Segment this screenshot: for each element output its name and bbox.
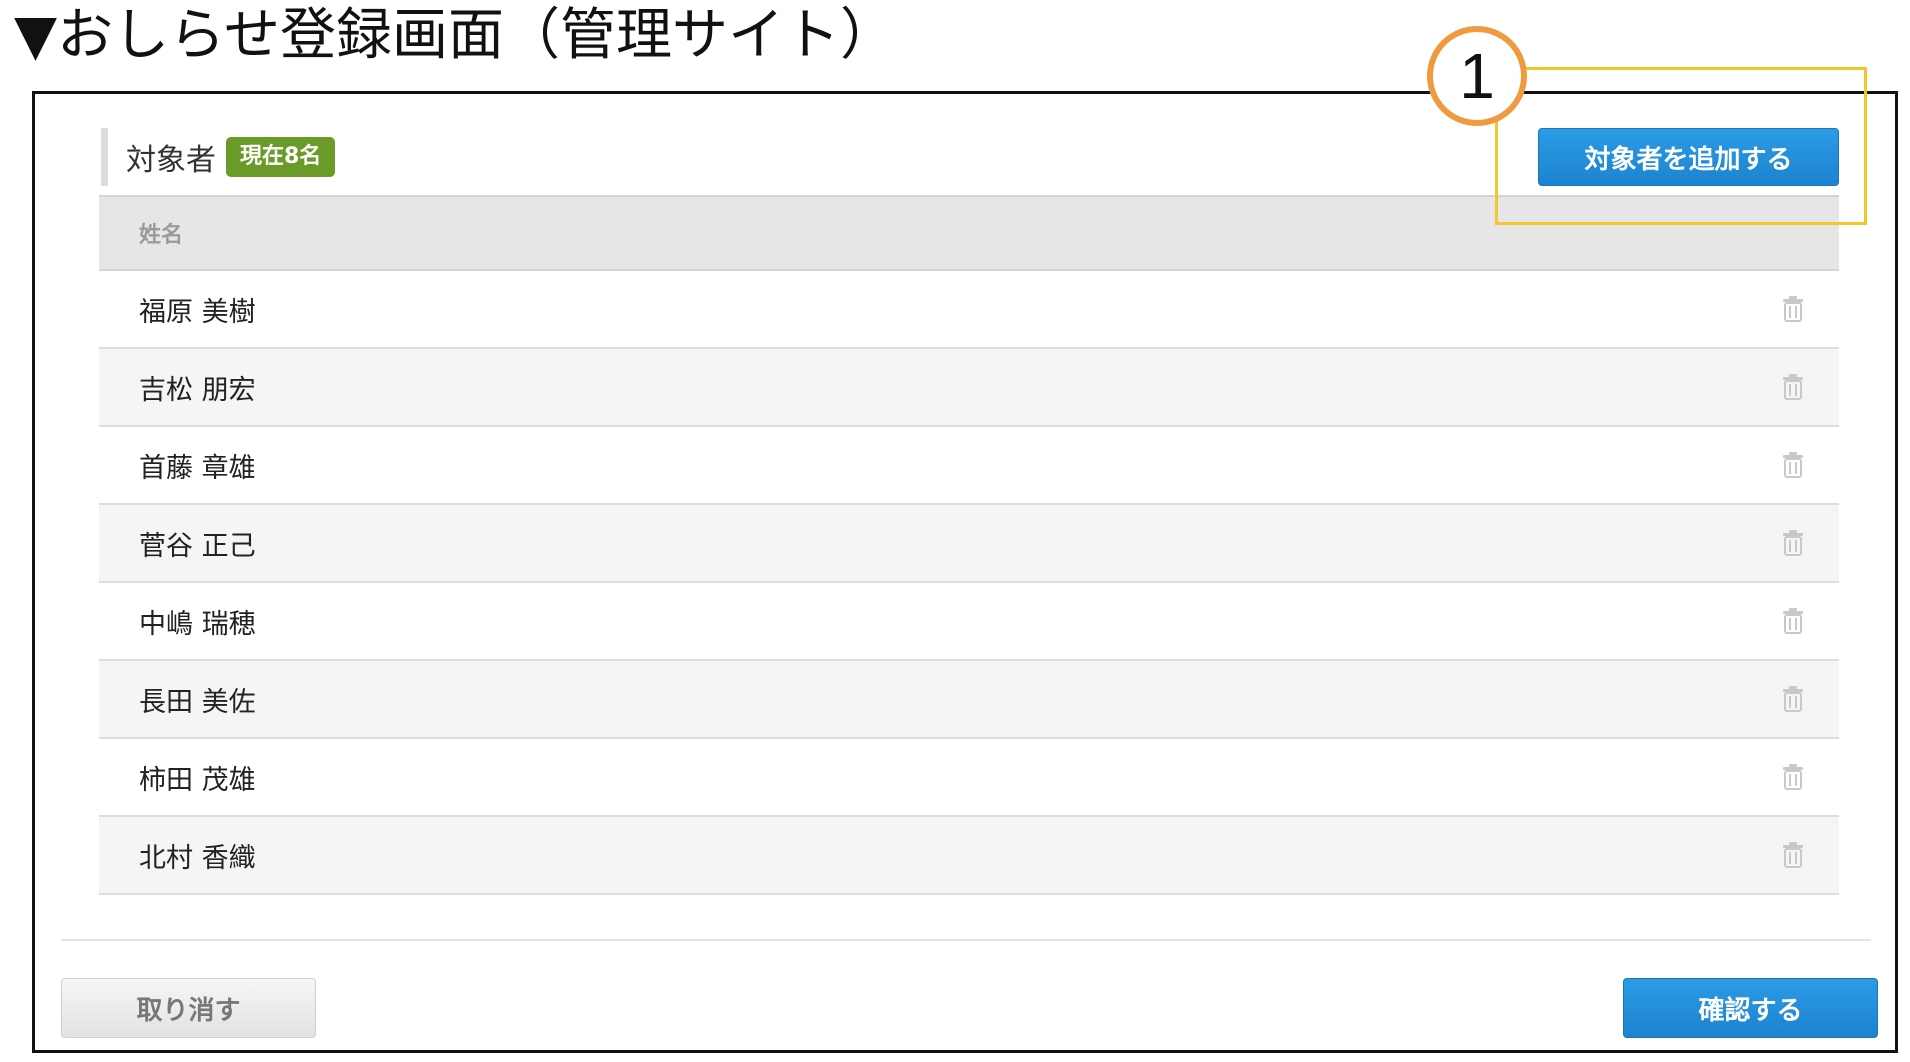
table-row: 北村 香織 (99, 817, 1839, 895)
recipient-count-badge: 現在8名 (226, 137, 336, 177)
step-marker: 1 (1427, 26, 1527, 126)
table-row: 首藤 章雄 (99, 427, 1839, 505)
trash-icon[interactable] (1781, 452, 1805, 478)
table-row: 菅谷 正己 (99, 505, 1839, 583)
admin-screen-frame: 対象者 現在8名 対象者を追加する 姓名 福原 美樹 吉松 朋宏 首藤 章雄 菅… (32, 91, 1898, 1053)
recipient-name: 柿田 茂雄 (139, 764, 256, 796)
table-row: 吉松 朋宏 (99, 349, 1839, 427)
table-row: 柿田 茂雄 (99, 739, 1839, 817)
recipient-name: 首藤 章雄 (139, 452, 256, 484)
trash-icon[interactable] (1781, 842, 1805, 868)
column-header-name: 姓名 (139, 223, 184, 248)
table-row: 福原 美樹 (99, 271, 1839, 349)
annotation-highlight-box (1495, 67, 1867, 225)
cancel-button[interactable]: 取り消す (61, 978, 316, 1038)
trash-icon[interactable] (1781, 296, 1805, 322)
recipient-name: 北村 香織 (139, 842, 256, 874)
trash-icon[interactable] (1781, 374, 1805, 400)
trash-icon[interactable] (1781, 764, 1805, 790)
footer-divider (61, 939, 1871, 941)
recipients-table: 姓名 福原 美樹 吉松 朋宏 首藤 章雄 菅谷 正己 中嶋 瑞穂 長田 美佐 柿… (99, 195, 1839, 895)
recipient-name: 福原 美樹 (139, 296, 256, 328)
confirm-button[interactable]: 確認する (1623, 978, 1878, 1038)
recipient-name: 長田 美佐 (139, 686, 256, 718)
trash-icon[interactable] (1781, 608, 1805, 634)
trash-icon[interactable] (1781, 530, 1805, 556)
trash-icon[interactable] (1781, 686, 1805, 712)
table-row: 中嶋 瑞穂 (99, 583, 1839, 661)
recipient-name: 中嶋 瑞穂 (139, 608, 256, 640)
section-title: 対象者 (126, 143, 216, 178)
recipient-name: 菅谷 正己 (139, 530, 256, 562)
page-heading: ▼おしらせ登録画面（管理サイト） (14, 3, 896, 68)
recipient-name: 吉松 朋宏 (139, 374, 256, 406)
recipients-section-header: 対象者 現在8名 (101, 128, 336, 186)
table-row: 長田 美佐 (99, 661, 1839, 739)
